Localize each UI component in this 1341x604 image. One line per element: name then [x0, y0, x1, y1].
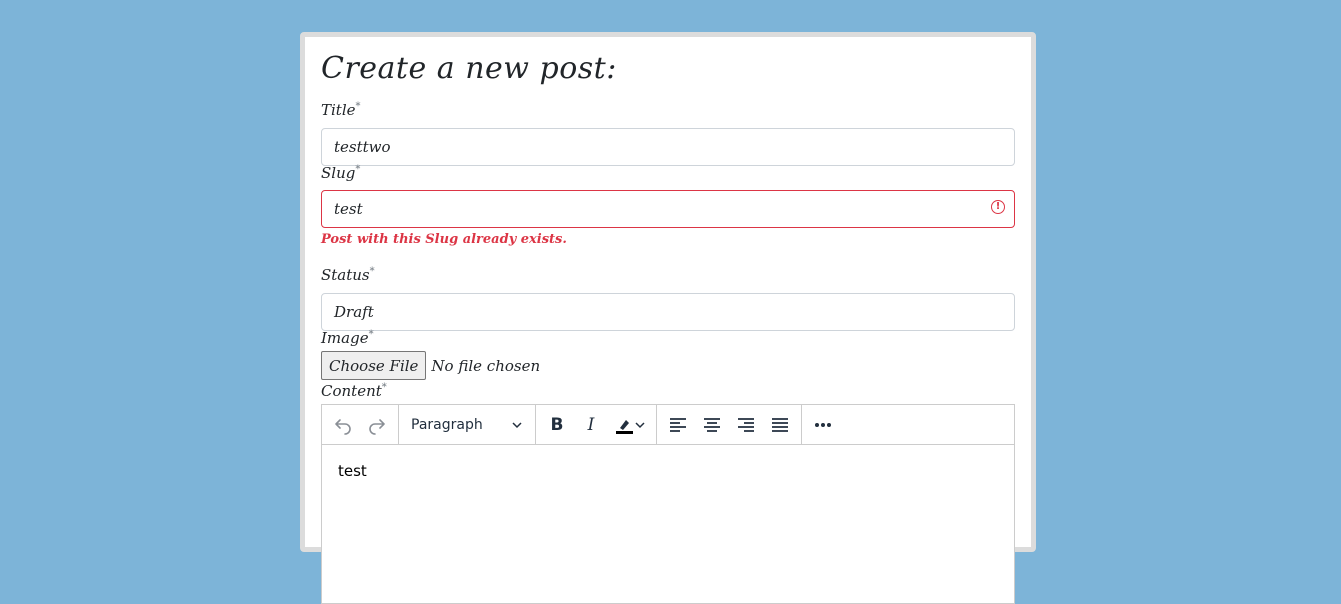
- more-icon[interactable]: [806, 410, 840, 440]
- editor-content[interactable]: test: [322, 445, 1014, 497]
- undo-icon[interactable]: [326, 410, 360, 440]
- redo-icon[interactable]: [360, 410, 394, 440]
- align-right-icon[interactable]: [729, 410, 763, 440]
- slug-label: Slug*: [321, 164, 361, 182]
- format-group: Paragraph: [399, 405, 536, 444]
- align-left-icon[interactable]: [661, 410, 695, 440]
- chevron-down-icon: [635, 421, 645, 428]
- content-label: Content*: [321, 382, 387, 400]
- rich-text-editor: Paragraph B I test: [321, 404, 1015, 604]
- error-icon: !: [991, 200, 1005, 214]
- block-format-dropdown[interactable]: Paragraph: [403, 410, 531, 440]
- slug-input[interactable]: test !: [321, 190, 1015, 228]
- align-center-icon[interactable]: [695, 410, 729, 440]
- title-input[interactable]: testtwo: [321, 128, 1015, 166]
- status-label: Status*: [321, 266, 375, 284]
- status-select[interactable]: Draft: [321, 293, 1015, 331]
- file-status: No file chosen: [431, 356, 541, 375]
- history-group: [322, 405, 399, 444]
- editor-toolbar: Paragraph B I: [322, 405, 1014, 445]
- slug-error-message: Post with this Slug already exists.: [321, 232, 567, 247]
- bold-icon[interactable]: B: [540, 410, 574, 440]
- align-group: [657, 405, 802, 444]
- page-title: Create a new post:: [321, 51, 617, 86]
- style-group: B I: [536, 405, 657, 444]
- post-form-card: Create a new post: Title* testtwo Slug* …: [300, 32, 1036, 604]
- italic-icon[interactable]: I: [574, 410, 608, 440]
- align-justify-icon[interactable]: [763, 410, 797, 440]
- title-label: Title*: [321, 101, 361, 119]
- chevron-down-icon: [512, 421, 522, 428]
- image-label: Image*: [321, 329, 374, 347]
- more-group: [802, 405, 844, 444]
- image-file-input: Choose File No file chosen: [321, 351, 540, 380]
- choose-file-button[interactable]: Choose File: [321, 351, 427, 380]
- highlight-icon[interactable]: [608, 410, 652, 440]
